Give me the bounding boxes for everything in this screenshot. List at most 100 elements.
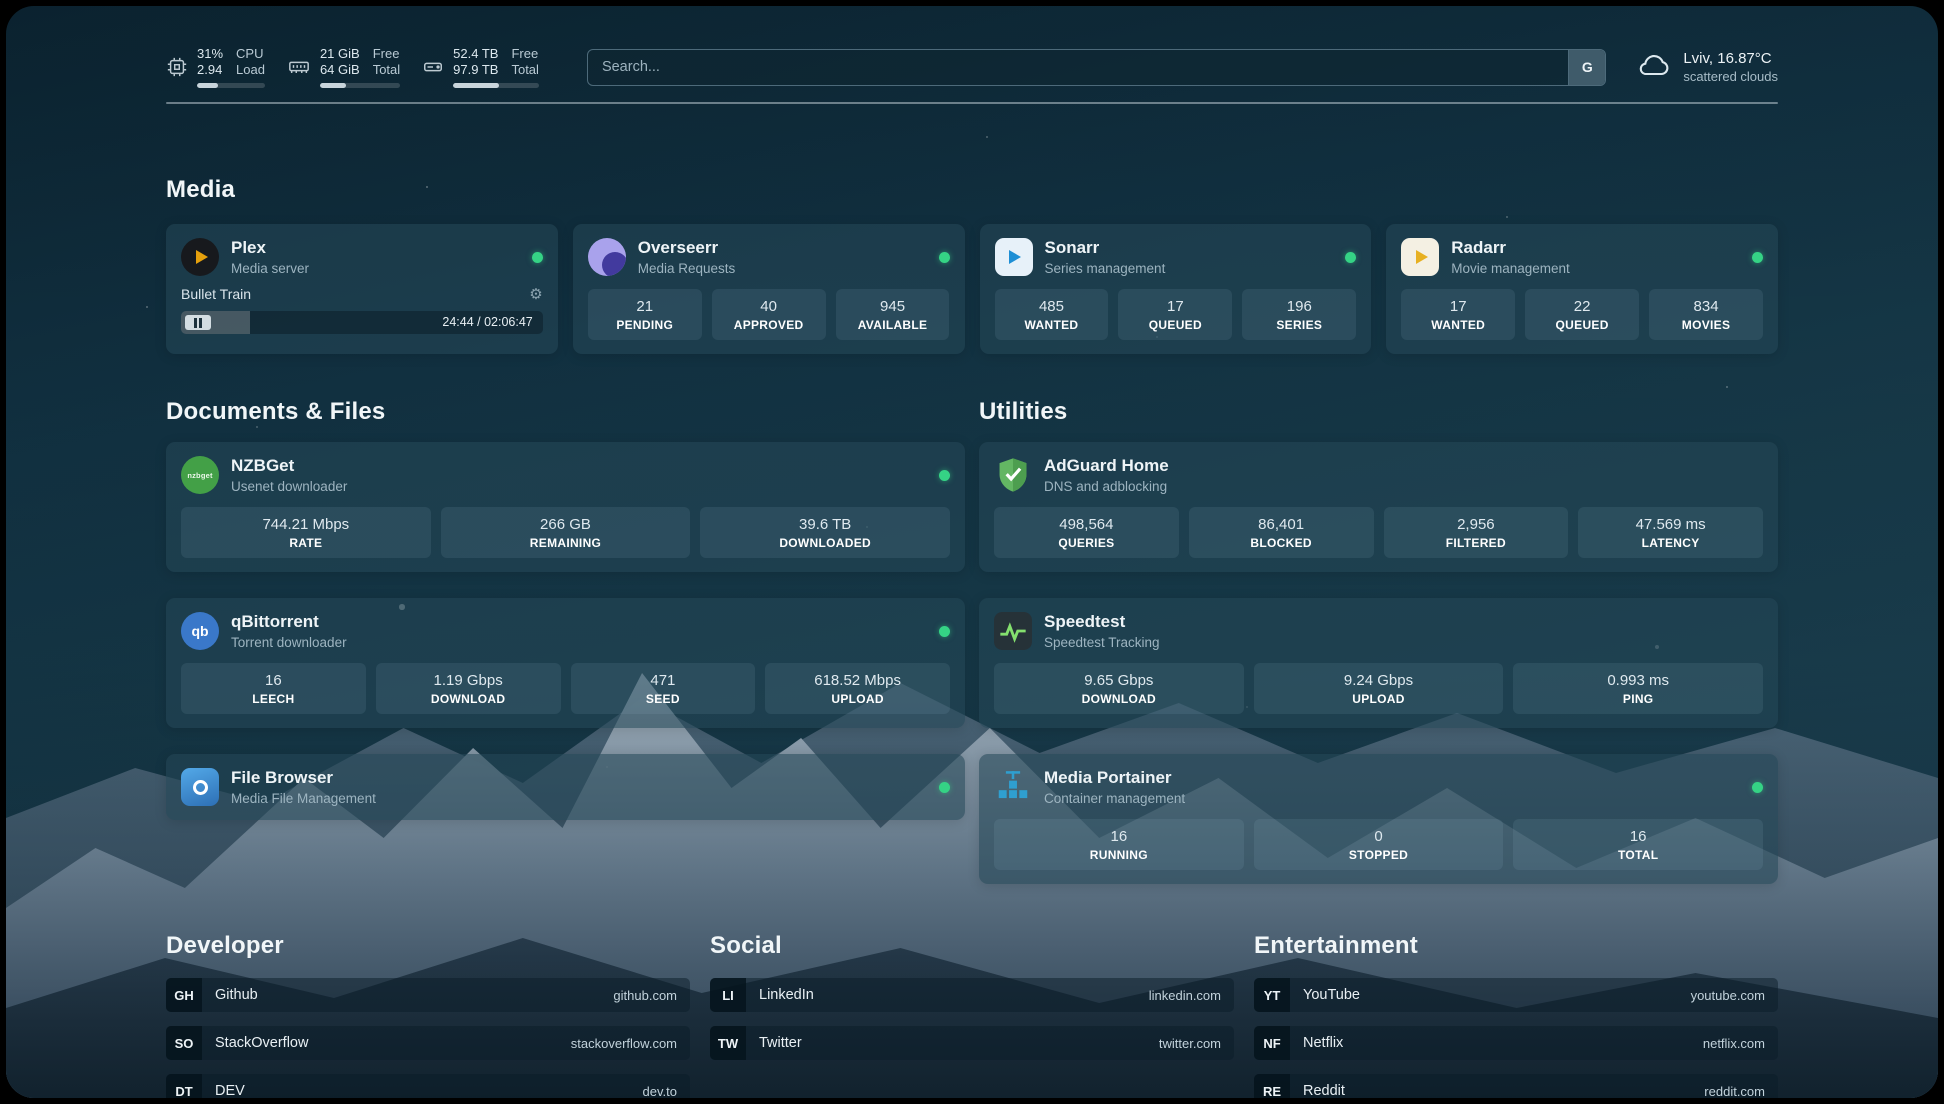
nzbget-card[interactable]: nzbget NZBGet Usenet downloader 744.21 M… bbox=[166, 442, 965, 572]
stat-download: 1.19 Gbps DOWNLOAD bbox=[376, 663, 561, 714]
section-title-media: Media bbox=[166, 176, 1778, 204]
bookmark-youtube[interactable]: YT YouTube youtube.com bbox=[1254, 978, 1778, 1012]
ram-total-value: 64 GiB bbox=[320, 62, 360, 78]
stat-rate: 744.21 Mbps RATE bbox=[181, 507, 431, 558]
app-name: AdGuard Home bbox=[1044, 456, 1169, 476]
status-dot bbox=[939, 782, 950, 793]
playback-time: 24:44 / 02:06:47 bbox=[442, 311, 532, 334]
stat-latency: 47.569 ms LATENCY bbox=[1578, 507, 1763, 558]
ram-progress-fill bbox=[320, 83, 346, 88]
stat-wanted: 485 WANTED bbox=[995, 289, 1109, 340]
stat-total: 16 TOTAL bbox=[1513, 819, 1763, 870]
disk-label-2: Total bbox=[511, 62, 538, 78]
utilities-column: Utilities AdGuard Home bbox=[979, 354, 1778, 884]
section-title-entertainment: Entertainment bbox=[1254, 932, 1778, 960]
stat-remaining: 266 GB REMAINING bbox=[441, 507, 691, 558]
status-dot bbox=[532, 252, 543, 263]
filebrowser-icon bbox=[181, 768, 219, 806]
stat-movies: 834 MOVIES bbox=[1649, 289, 1763, 340]
plex-icon bbox=[181, 238, 219, 276]
bookmark-linkedin[interactable]: LI LinkedIn linkedin.com bbox=[710, 978, 1234, 1012]
portainer-card[interactable]: Media Portainer Container management 16 … bbox=[979, 754, 1778, 884]
bookmark-stackoverflow[interactable]: SO StackOverflow stackoverflow.com bbox=[166, 1026, 690, 1060]
cloud-icon bbox=[1636, 51, 1672, 84]
youtube-favicon: YT bbox=[1254, 978, 1290, 1012]
app-name: qBittorrent bbox=[231, 612, 347, 632]
speedtest-icon bbox=[994, 612, 1032, 650]
cpu-label-1: CPU bbox=[236, 46, 265, 62]
stat-seed: 471 SEED bbox=[571, 663, 756, 714]
stat-queued: 22 QUEUED bbox=[1525, 289, 1639, 340]
cpu-progress-fill bbox=[197, 83, 218, 88]
bookmark-reddit[interactable]: RE Reddit reddit.com bbox=[1254, 1074, 1778, 1098]
section-title-utilities: Utilities bbox=[979, 398, 1778, 426]
overseerr-card[interactable]: Overseerr Media Requests 21 PENDING 40 A… bbox=[573, 224, 965, 354]
qbittorrent-card[interactable]: qb qBittorrent Torrent downloader 16 LEE… bbox=[166, 598, 965, 728]
settings-gear-icon[interactable]: ⚙ bbox=[529, 285, 542, 303]
ram-metric: 21 GiB 64 GiB Free Total bbox=[287, 46, 400, 88]
stat-upload: 618.52 Mbps UPLOAD bbox=[765, 663, 950, 714]
stackoverflow-favicon: SO bbox=[166, 1026, 202, 1060]
ram-label-1: Free bbox=[373, 46, 400, 62]
bookmark-twitter[interactable]: TW Twitter twitter.com bbox=[710, 1026, 1234, 1060]
github-favicon: GH bbox=[166, 978, 202, 1012]
pause-icon bbox=[194, 318, 202, 328]
cpu-progress-bar bbox=[197, 83, 265, 88]
weather-condition: scattered clouds bbox=[1683, 69, 1778, 84]
header: 31% 2.94 CPU Load bbox=[166, 6, 1778, 88]
ram-icon bbox=[287, 56, 311, 78]
playback-progress-bar[interactable]: 24:44 / 02:06:47 bbox=[181, 311, 543, 334]
media-grid: Plex Media server Bullet Train ⚙ 24:44 /… bbox=[166, 224, 1778, 354]
qbittorrent-icon: qb bbox=[181, 612, 219, 650]
cpu-metric: 31% 2.94 CPU Load bbox=[166, 46, 265, 88]
weather-widget[interactable]: Lviv, 16.87°C scattered clouds bbox=[1636, 50, 1778, 84]
filebrowser-card[interactable]: File Browser Media File Management bbox=[166, 754, 965, 820]
radarr-icon bbox=[1401, 238, 1439, 276]
disk-progress-bar bbox=[453, 83, 539, 88]
stat-running: 16 RUNNING bbox=[994, 819, 1244, 870]
app-name: NZBGet bbox=[231, 456, 347, 476]
section-title-developer: Developer bbox=[166, 932, 690, 960]
status-dot bbox=[1752, 252, 1763, 263]
ram-free-value: 21 GiB bbox=[320, 46, 360, 62]
ram-progress-bar bbox=[320, 83, 400, 88]
sonarr-card[interactable]: Sonarr Series management 485 WANTED 17 Q… bbox=[980, 224, 1372, 354]
snow-specks bbox=[6, 6, 8, 8]
cpu-icon bbox=[166, 56, 188, 78]
now-playing-title: Bullet Train bbox=[181, 286, 251, 302]
disk-total-value: 97.9 TB bbox=[453, 62, 498, 78]
stat-stopped: 0 STOPPED bbox=[1254, 819, 1504, 870]
weather-location: Lviv, 16.87°C bbox=[1683, 50, 1778, 67]
radarr-card[interactable]: Radarr Movie management 17 WANTED 22 QUE… bbox=[1386, 224, 1778, 354]
app-subtitle: Torrent downloader bbox=[231, 635, 347, 650]
app-name: Media Portainer bbox=[1044, 768, 1185, 788]
pause-button[interactable] bbox=[185, 315, 211, 330]
app-name: Sonarr bbox=[1045, 238, 1166, 258]
section-title-social: Social bbox=[710, 932, 1234, 960]
search-input[interactable] bbox=[587, 49, 1606, 86]
app-subtitle: Media File Management bbox=[231, 791, 376, 806]
bookmark-github[interactable]: GH Github github.com bbox=[166, 978, 690, 1012]
disk-progress-fill bbox=[453, 83, 499, 88]
search-engine-button[interactable]: G bbox=[1568, 50, 1605, 85]
app-subtitle: Media Requests bbox=[638, 261, 736, 276]
stat-series: 196 SERIES bbox=[1242, 289, 1356, 340]
entertainment-bookmarks: Entertainment YT YouTube youtube.com NF … bbox=[1254, 884, 1778, 1098]
stat-leech: 16 LEECH bbox=[181, 663, 366, 714]
app-subtitle: Media server bbox=[231, 261, 309, 276]
app-name: File Browser bbox=[231, 768, 376, 788]
disk-metric: 52.4 TB 97.9 TB Free Total bbox=[422, 46, 539, 88]
linkedin-favicon: LI bbox=[710, 978, 746, 1012]
stat-wanted: 17 WANTED bbox=[1401, 289, 1515, 340]
bookmark-netflix[interactable]: NF Netflix netflix.com bbox=[1254, 1026, 1778, 1060]
status-dot bbox=[939, 470, 950, 481]
overseerr-icon bbox=[588, 238, 626, 276]
adguard-card[interactable]: AdGuard Home DNS and adblocking 498,564 … bbox=[979, 442, 1778, 572]
speedtest-card[interactable]: Speedtest Speedtest Tracking 9.65 Gbps D… bbox=[979, 598, 1778, 728]
stat-blocked: 86,401 BLOCKED bbox=[1189, 507, 1374, 558]
stat-filtered: 2,956 FILTERED bbox=[1384, 507, 1569, 558]
bookmark-dev[interactable]: DT DEV dev.to bbox=[166, 1074, 690, 1098]
plex-card[interactable]: Plex Media server Bullet Train ⚙ 24:44 /… bbox=[166, 224, 558, 354]
app-subtitle: Usenet downloader bbox=[231, 479, 347, 494]
documents-column: Documents & Files nzbget NZBGet Usenet d… bbox=[166, 354, 965, 884]
